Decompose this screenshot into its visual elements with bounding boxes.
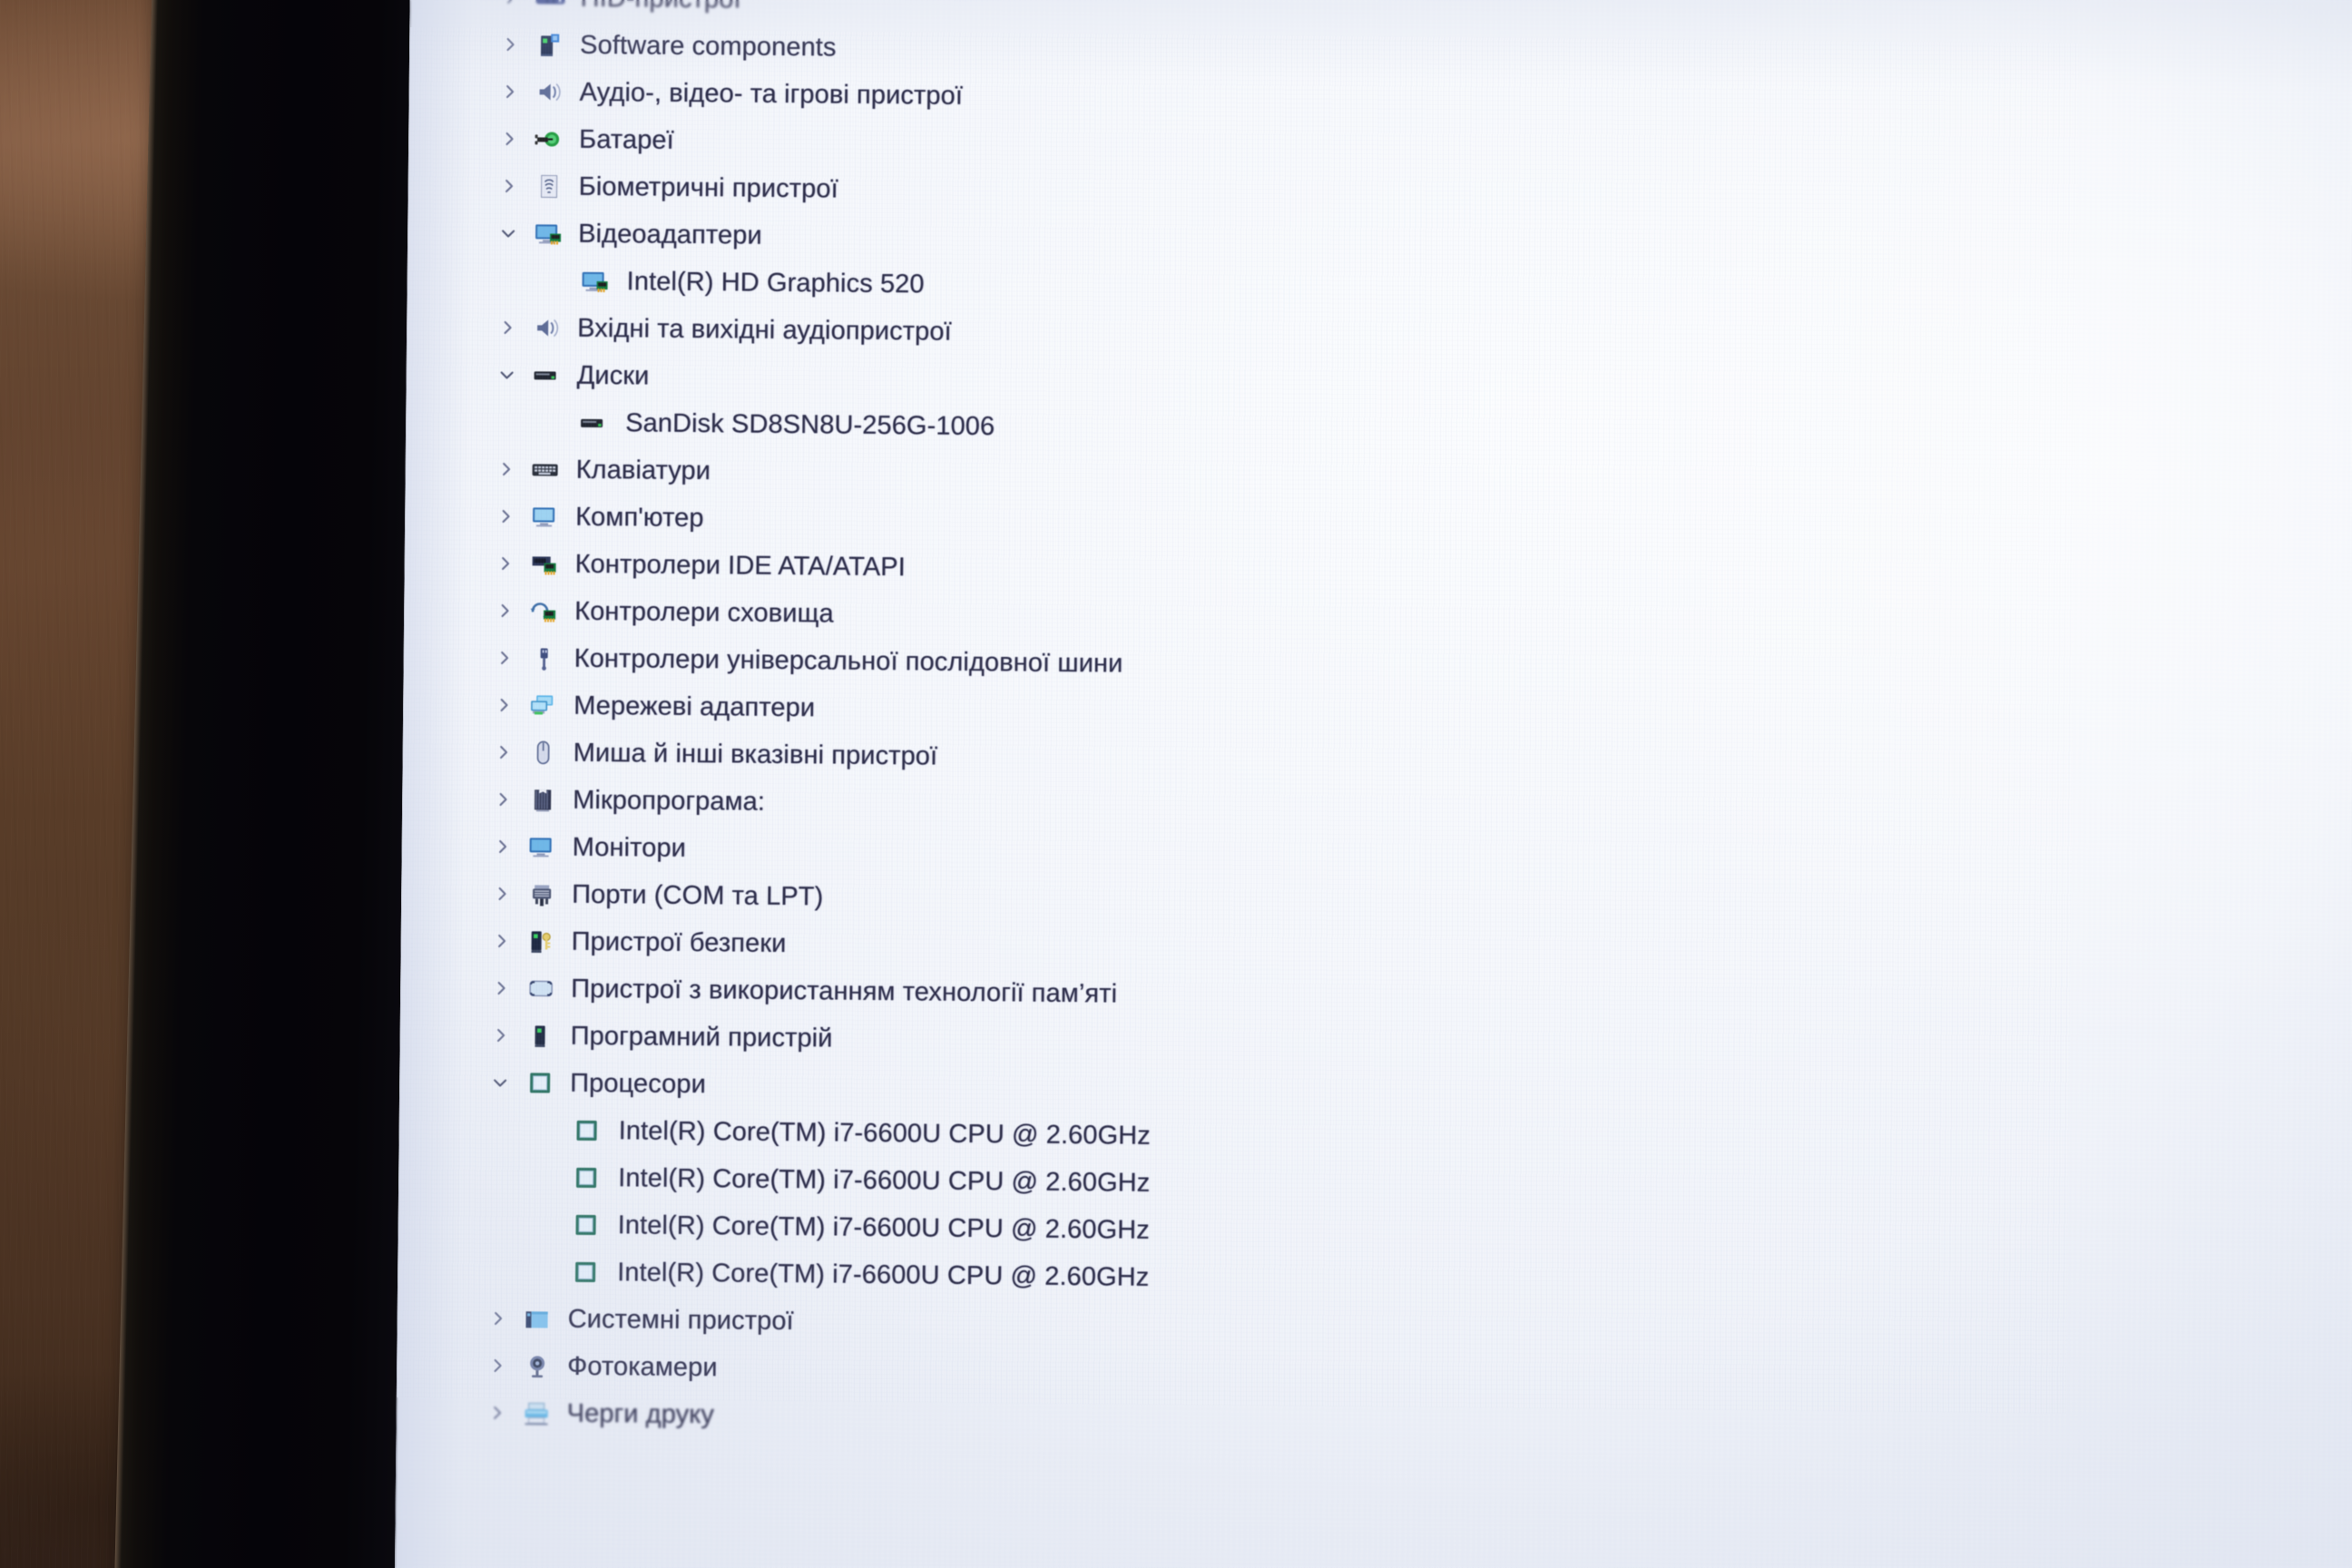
processor-icon bbox=[523, 1067, 557, 1098]
tree-item-label: Черги друку bbox=[566, 1398, 715, 1429]
software-components-icon bbox=[533, 29, 567, 60]
chevron-right-icon[interactable] bbox=[496, 459, 516, 479]
disk-drive-icon bbox=[576, 407, 611, 438]
ide-ata-controller-icon bbox=[527, 548, 562, 579]
camera-icon bbox=[520, 1350, 554, 1381]
tree-item-label: Пристрої з використанням технології пам’… bbox=[571, 974, 1118, 1009]
battery-icon bbox=[532, 123, 566, 154]
processor-icon bbox=[570, 1115, 604, 1146]
chevron-right-icon[interactable] bbox=[493, 789, 513, 809]
tree-item-label: Intel(R) Core(TM) i7-6600U CPU @ 2.60GHz bbox=[618, 1115, 1151, 1151]
tree-item-label: Контролери IDE ATA/ATAPI bbox=[574, 549, 906, 582]
tree-item-label: Аудіо-, відео- та ігрові пристрої bbox=[579, 77, 964, 111]
tree-item-label: Контролери сховища bbox=[574, 596, 834, 629]
system-devices-icon bbox=[521, 1303, 555, 1334]
chevron-right-icon[interactable] bbox=[495, 648, 514, 668]
chevron-right-icon[interactable] bbox=[493, 837, 513, 857]
chevron-right-icon[interactable] bbox=[494, 695, 514, 715]
tree-item-label: Контролери універсальної послідовної шин… bbox=[573, 643, 1123, 679]
tree-item-label: Системні пристрої bbox=[567, 1304, 794, 1336]
chevron-down-icon[interactable] bbox=[497, 365, 517, 385]
print-queue-icon bbox=[520, 1397, 554, 1428]
tree-item-label: Software components bbox=[579, 30, 837, 63]
tree-item-label: Мікропрограма: bbox=[573, 785, 766, 817]
biometric-icon bbox=[531, 171, 565, 201]
memory-technology-icon bbox=[524, 973, 558, 1004]
audio-video-game-icon bbox=[532, 76, 566, 107]
chevron-right-icon[interactable] bbox=[495, 506, 515, 526]
storage-controller-icon bbox=[527, 595, 562, 626]
chevron-right-icon[interactable] bbox=[492, 884, 512, 904]
keyboard-icon bbox=[528, 454, 563, 485]
tree-item-label: Мережеві адаптери bbox=[573, 691, 816, 722]
tree-item-label: Intel(R) Core(TM) i7-6600U CPU @ 2.60GHz bbox=[617, 1257, 1150, 1292]
audio-inputs-outputs-icon bbox=[530, 312, 564, 343]
chevron-right-icon[interactable] bbox=[494, 742, 514, 762]
chevron-right-icon[interactable] bbox=[500, 82, 520, 102]
tree-item-label: Батареї bbox=[578, 124, 674, 155]
processor-icon bbox=[569, 1162, 603, 1193]
disk-drive-icon bbox=[529, 359, 564, 390]
chevron-right-icon[interactable] bbox=[499, 176, 519, 196]
ports-icon bbox=[524, 878, 559, 909]
photograph-of-laptop-screen: HID-пристрої Software components Аудіо-,… bbox=[0, 0, 2352, 1568]
chevron-right-icon[interactable] bbox=[491, 978, 511, 998]
tree-item-label: Вхідні та вихідні аудіопристрої bbox=[577, 313, 952, 347]
tree-item-label: Порти (COM та LPT) bbox=[572, 879, 824, 911]
security-device-icon bbox=[524, 926, 559, 956]
software-device-icon bbox=[524, 1020, 558, 1051]
tree-item-label: Процесори bbox=[570, 1068, 707, 1099]
tree-item-label: Відеоадаптери bbox=[578, 219, 762, 250]
processor-icon bbox=[569, 1210, 603, 1240]
display-adapter-icon bbox=[531, 218, 565, 249]
tree-item-label: Intel(R) Core(TM) i7-6600U CPU @ 2.60GHz bbox=[618, 1162, 1151, 1198]
chevron-right-icon[interactable] bbox=[495, 554, 515, 573]
chevron-right-icon[interactable] bbox=[501, 0, 521, 7]
chevron-right-icon[interactable] bbox=[492, 931, 512, 951]
firmware-icon bbox=[525, 784, 560, 815]
tree-item-label: Біометричні пристрої bbox=[578, 172, 838, 204]
chevron-right-icon[interactable] bbox=[487, 1356, 507, 1376]
tree-item-label: Монітори bbox=[572, 832, 687, 863]
network-adapter-icon bbox=[526, 690, 561, 720]
tree-item-label: HID-пристрої bbox=[580, 0, 740, 15]
laptop-screen: HID-пристрої Software components Аудіо-,… bbox=[394, 0, 2352, 1568]
tree-item-label: Пристрої безпеки bbox=[571, 926, 787, 958]
tree-item-label: Клавіатури bbox=[575, 455, 711, 485]
chevron-down-icon[interactable] bbox=[498, 223, 518, 243]
tree-item-label: Програмний пристрій bbox=[570, 1021, 833, 1054]
tree-item-label: Миша й інші вказівні пристрої bbox=[573, 738, 938, 771]
chevron-right-icon[interactable] bbox=[495, 601, 514, 621]
tree-item-label: Intel(R) HD Graphics 520 bbox=[626, 266, 925, 299]
monitor-icon bbox=[525, 831, 560, 862]
mouse-icon bbox=[525, 737, 560, 768]
processor-icon bbox=[568, 1257, 603, 1288]
display-adapter-icon bbox=[577, 266, 612, 297]
computer-icon bbox=[528, 501, 563, 532]
tree-item-label: Комп'ютер bbox=[575, 502, 704, 533]
tree-item-label: Intel(R) Core(TM) i7-6600U CPU @ 2.60GHz bbox=[617, 1210, 1150, 1245]
hid-devices-icon bbox=[533, 0, 567, 14]
chevron-right-icon[interactable] bbox=[497, 318, 517, 338]
tree-item-label: Фотокамери bbox=[567, 1351, 718, 1382]
chevron-down-icon[interactable] bbox=[490, 1073, 510, 1093]
usb-controller-icon bbox=[526, 642, 561, 673]
chevron-right-icon[interactable] bbox=[491, 1025, 511, 1045]
chevron-right-icon[interactable] bbox=[499, 129, 519, 149]
chevron-right-icon[interactable] bbox=[488, 1308, 508, 1328]
tree-item-label: Диски bbox=[576, 360, 650, 391]
device-manager-tree[interactable]: HID-пристрої Software components Аудіо-,… bbox=[483, 0, 2311, 1454]
tree-item-label: SanDisk SD8SN8U-256G-1006 bbox=[625, 407, 995, 441]
chevron-right-icon[interactable] bbox=[500, 34, 520, 54]
chevron-right-icon[interactable] bbox=[487, 1403, 507, 1423]
